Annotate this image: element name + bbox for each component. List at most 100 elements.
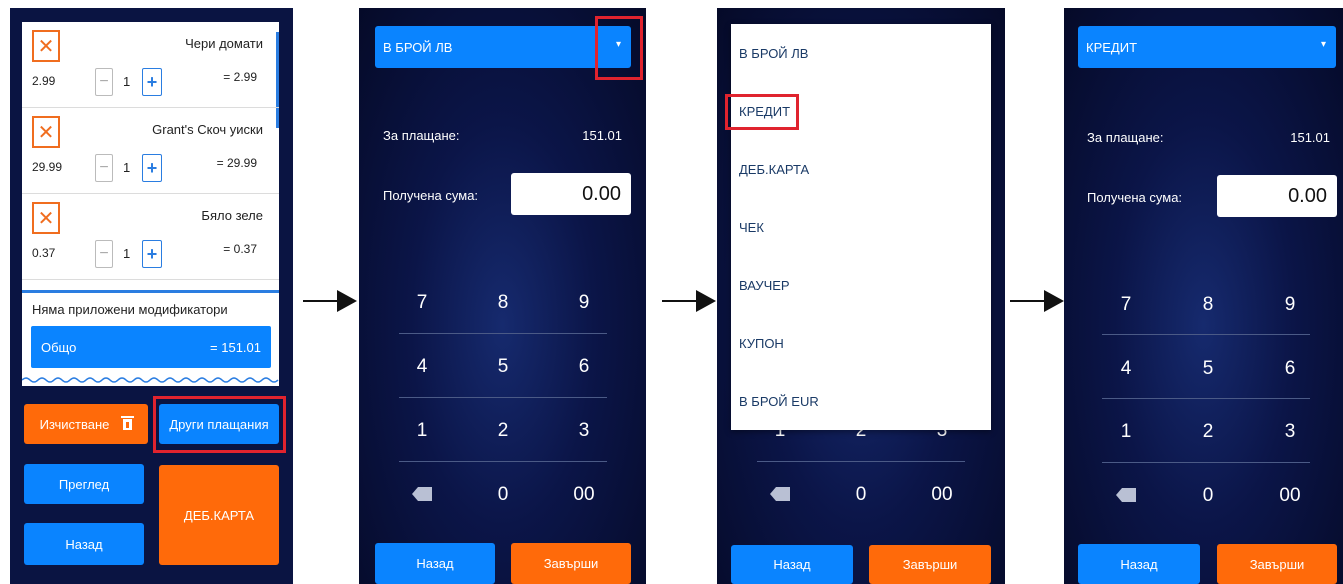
decrease-qty-button[interactable]: −: [95, 68, 113, 96]
to-pay-value: 151.01: [582, 128, 622, 143]
remove-item-icon[interactable]: ✕: [32, 116, 60, 148]
flow-arrow: [662, 290, 716, 312]
keypad-key-0[interactable]: 0: [1178, 485, 1238, 507]
to-pay-label: За плащане:: [383, 128, 460, 143]
keypad-key-1[interactable]: 1: [1096, 421, 1156, 443]
back-button[interactable]: Назад: [731, 545, 853, 584]
preview-label: Преглед: [58, 476, 110, 492]
other-payments-button[interactable]: Други плащания: [159, 404, 279, 444]
option-coupon[interactable]: КУПОН: [739, 336, 784, 351]
keypad-key-9[interactable]: 9: [554, 292, 614, 314]
keypad-key-6[interactable]: 6: [1260, 358, 1320, 380]
keypad-key-0[interactable]: 0: [473, 484, 533, 506]
payment-method-value: В БРОЙ ЛВ: [383, 40, 453, 55]
keypad-key-4[interactable]: 4: [392, 356, 452, 378]
backspace-icon[interactable]: [770, 487, 790, 501]
item-qty: 1: [123, 74, 131, 89]
item-qty: 1: [123, 246, 131, 261]
payment-method-select[interactable]: КРЕДИТ ▾: [1078, 26, 1336, 68]
back-label: Назад: [65, 536, 103, 552]
finish-button[interactable]: Завърши: [511, 543, 631, 584]
remove-item-icon[interactable]: ✕: [32, 202, 60, 234]
finish-label: Завърши: [543, 556, 599, 571]
cart-screen: ✕ Чери домати 2.99 − 1 + = 2.99 ✕ Grant'…: [10, 8, 293, 584]
back-label: Назад: [773, 557, 811, 572]
cart-item: ✕ Grant's Скоч уиски 29.99 − 1 + = 29.99: [22, 108, 279, 194]
back-label: Назад: [1120, 556, 1158, 572]
decrease-qty-button[interactable]: −: [95, 154, 113, 182]
received-amount-input[interactable]: 0.00: [511, 173, 631, 215]
finish-button[interactable]: Завърши: [1217, 544, 1337, 584]
item-price: 2.99: [32, 74, 56, 88]
keypad-divider: [399, 461, 607, 462]
keypad-divider: [399, 333, 607, 334]
option-credit[interactable]: КРЕДИТ: [739, 104, 790, 119]
debit-card-label: ДЕБ.КАРТА: [183, 507, 255, 523]
receipt-edge: [22, 377, 279, 383]
finish-label: Завърши: [1249, 556, 1305, 572]
keypad-key-8[interactable]: 8: [1178, 294, 1238, 316]
keypad-key-2[interactable]: 2: [1178, 421, 1238, 443]
back-button[interactable]: Назад: [375, 543, 495, 584]
option-debit-card[interactable]: ДЕБ.КАРТА: [739, 162, 809, 177]
keypad-key-3[interactable]: 3: [554, 420, 614, 442]
chevron-down-icon[interactable]: ▾: [616, 39, 621, 50]
backspace-icon[interactable]: [1116, 488, 1136, 502]
flow-arrow: [303, 290, 357, 312]
keypad-key-1[interactable]: 1: [392, 420, 452, 442]
trash-icon: [121, 415, 135, 430]
keypad-divider: [1102, 334, 1310, 335]
payment-method-value: КРЕДИТ: [1086, 40, 1138, 55]
finish-button[interactable]: Завърши: [869, 545, 991, 584]
keypad-key-3[interactable]: 3: [1260, 421, 1320, 443]
item-price: 0.37: [32, 246, 56, 260]
option-cash-bgn[interactable]: В БРОЙ ЛВ: [739, 46, 808, 61]
increase-qty-button[interactable]: +: [142, 68, 162, 96]
keypad-divider: [399, 397, 607, 398]
keypad-divider: [1102, 398, 1310, 399]
preview-button[interactable]: Преглед: [24, 464, 144, 504]
payment-method-select[interactable]: В БРОЙ ЛВ ▾: [375, 26, 631, 68]
keypad-key-4[interactable]: 4: [1096, 358, 1156, 380]
option-voucher[interactable]: ВАУЧЕР: [739, 278, 790, 293]
keypad-key-8[interactable]: 8: [473, 292, 533, 314]
keypad-divider: [757, 461, 965, 462]
keypad-key-00[interactable]: 00: [912, 484, 972, 506]
decrease-qty-button[interactable]: −: [95, 240, 113, 268]
remove-item-icon[interactable]: ✕: [32, 30, 60, 62]
payment-method-dropdown-screen: 1 2 3 0 00 В БРОЙ ЛВ КРЕДИТ ДЕБ.КАРТА ЧЕ…: [717, 8, 1005, 584]
keypad-key-7[interactable]: 7: [1096, 294, 1156, 316]
chevron-down-icon[interactable]: ▾: [1321, 39, 1326, 50]
keypad-divider: [1102, 462, 1310, 463]
back-button[interactable]: Назад: [24, 523, 144, 565]
keypad-key-9[interactable]: 9: [1260, 294, 1320, 316]
keypad-key-5[interactable]: 5: [473, 356, 533, 378]
clear-button[interactable]: Изчистване: [24, 404, 148, 444]
debit-card-button[interactable]: ДЕБ.КАРТА: [159, 465, 279, 565]
keypad-key-00[interactable]: 00: [554, 484, 614, 506]
total-label: Общо: [41, 340, 77, 355]
item-total: = 2.99: [223, 70, 257, 84]
cart-item: ✕ Бяло зеле 0.37 − 1 + = 0.37: [22, 194, 279, 280]
item-name: Чери домати: [185, 36, 263, 51]
option-cash-eur[interactable]: В БРОЙ EUR: [739, 394, 819, 409]
back-button[interactable]: Назад: [1078, 544, 1200, 584]
cart-item: ✕ Чери домати 2.99 − 1 + = 2.99: [22, 22, 279, 108]
received-amount-input[interactable]: 0.00: [1217, 175, 1337, 217]
keypad-key-6[interactable]: 6: [554, 356, 614, 378]
item-total: = 0.37: [223, 242, 257, 256]
to-pay-label: За плащане:: [1087, 130, 1164, 145]
item-qty: 1: [123, 160, 131, 175]
increase-qty-button[interactable]: +: [142, 240, 162, 268]
keypad-key-00[interactable]: 00: [1260, 485, 1320, 507]
backspace-icon[interactable]: [412, 487, 432, 501]
increase-qty-button[interactable]: +: [142, 154, 162, 182]
keypad-key-0[interactable]: 0: [831, 484, 891, 506]
finish-label: Завърши: [902, 557, 958, 572]
keypad-key-2[interactable]: 2: [473, 420, 533, 442]
option-check[interactable]: ЧЕК: [739, 220, 764, 235]
item-name: Grant's Скоч уиски: [152, 122, 263, 137]
keypad-key-7[interactable]: 7: [392, 292, 452, 314]
modifiers-text: Няма приложени модификатори: [32, 302, 228, 317]
keypad-key-5[interactable]: 5: [1178, 358, 1238, 380]
